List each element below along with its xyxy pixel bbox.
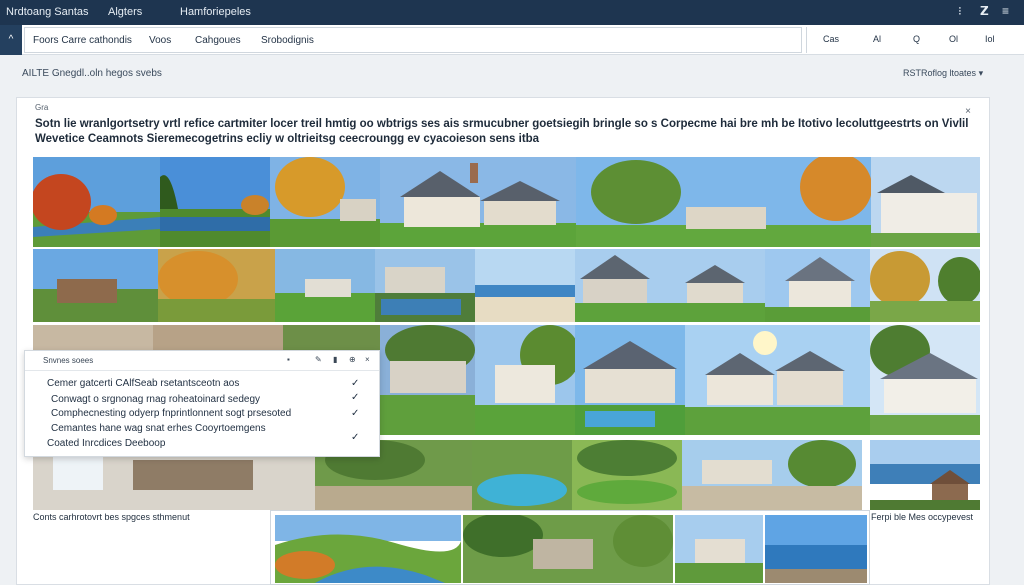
photo-autumn-lake[interactable]: [33, 157, 160, 247]
search-icon[interactable]: Q: [913, 34, 920, 44]
photo-stone-manor[interactable]: [463, 515, 673, 583]
photo-shingle-houses[interactable]: [575, 249, 765, 322]
filter-chip-1[interactable]: Foors Carre cathondis: [33, 35, 132, 46]
tool-ol[interactable]: Ol: [949, 34, 958, 44]
results-header: AILTE Gnegdl..oln hegos svebs: [22, 68, 162, 79]
check-icon[interactable]: ✓: [351, 392, 359, 403]
add-icon[interactable]: ⊕: [349, 355, 356, 364]
photo-beach-view[interactable]: [475, 249, 575, 322]
photo-craftsman[interactable]: [380, 325, 475, 435]
listing-description: Sotn lie wranlgortsetry vrtl refice cart…: [35, 118, 969, 145]
photo-harbor-view[interactable]: [765, 515, 867, 583]
photo-lawn-house[interactable]: [275, 249, 375, 322]
popup-item-3[interactable]: Comphecnesting odyerp fnprintlonnent sog…: [51, 408, 291, 419]
card-tag: Gra: [35, 103, 49, 112]
photo-autumn-garden[interactable]: [158, 249, 275, 322]
photo-estate-grounds[interactable]: [576, 157, 871, 247]
photo-pool-garden[interactable]: [472, 440, 572, 510]
sort-dropdown[interactable]: RSTRoflog ltoates ▾: [903, 68, 983, 79]
saved-searches-popup: Snvnes soees ▪ ✎ ▮ ⊕ × Cemer gatcerti CA…: [24, 350, 380, 457]
collapse-menu-icon[interactable]: ^: [0, 25, 22, 55]
tool-cas[interactable]: Cas: [823, 34, 839, 44]
photo-gable-house[interactable]: [765, 249, 870, 322]
check-icon[interactable]: ✓: [351, 408, 359, 419]
edit-icon[interactable]: ✎: [315, 355, 322, 364]
photo-sunny-house[interactable]: [685, 325, 870, 435]
search-filter-field[interactable]: Foors Carre cathondis Voos Cahgoues Srob…: [24, 27, 802, 53]
sort-label: RSTRoflog ltoates: [903, 68, 977, 78]
chevron-down-icon: ▾: [978, 68, 984, 78]
tool-al[interactable]: Al: [873, 34, 881, 44]
grid-icon[interactable]: ⁝: [958, 4, 962, 18]
bookmark-icon[interactable]: ▮: [333, 355, 337, 364]
popup-item-5[interactable]: Coated Inrcdices Deeboop: [47, 438, 165, 449]
photo-villa-drive[interactable]: [682, 440, 862, 510]
check-icon[interactable]: ✓: [351, 378, 359, 389]
menu-icon[interactable]: ≡: [1002, 4, 1009, 18]
gallery-caption-right: Ferpi ble Mes occypevest: [871, 512, 974, 522]
close-icon[interactable]: ×: [965, 106, 971, 117]
check-icon[interactable]: ✓: [351, 432, 359, 443]
photo-pond-trees[interactable]: [160, 157, 270, 247]
filter-chip-2[interactable]: Voos: [149, 35, 171, 46]
nav-item-3[interactable]: Hamforiepeles: [180, 6, 251, 18]
popup-title: Snvnes soees: [43, 356, 94, 365]
photo-pool-estate[interactable]: [575, 325, 685, 435]
nav-item-2[interactable]: Algters: [108, 6, 142, 18]
filter-chip-3[interactable]: Cahgoues: [195, 35, 241, 46]
tool-iol[interactable]: Iol: [985, 34, 995, 44]
photo-fall-house[interactable]: [270, 157, 380, 247]
top-navigation-bar: Nrdtoang Santas Algters Hamforiepeles ⁝ …: [0, 0, 1024, 25]
gallery-caption-left: Conts carhrotovrt bes spgces sthmenut: [33, 512, 190, 522]
photo-autumn-field[interactable]: [870, 249, 980, 322]
popup-header: Snvnes soees ▪ ✎ ▮ ⊕ ×: [25, 351, 379, 371]
photo-hill-house[interactable]: [675, 515, 763, 583]
photo-valley-river[interactable]: [275, 515, 461, 583]
photo-lawn-path[interactable]: [572, 440, 682, 510]
popup-item-4[interactable]: Cemantes hane wag snat erhes Cooyrtoemge…: [51, 423, 266, 434]
photo-lake-cabin[interactable]: [870, 440, 980, 510]
bold-icon[interactable]: 𝗭: [980, 4, 989, 18]
filter-toolbar: ^ Foors Carre cathondis Voos Cahgoues Sr…: [0, 25, 1024, 55]
photo-white-colonial[interactable]: [871, 157, 980, 247]
photo-grand-house[interactable]: [380, 157, 576, 247]
nav-item-1[interactable]: Nrdtoang Santas: [6, 6, 89, 18]
photo-garage-house[interactable]: [870, 325, 980, 435]
close-icon[interactable]: ×: [365, 355, 370, 364]
filter-chip-4[interactable]: Srobodignis: [261, 35, 314, 46]
photo-driveway-house[interactable]: [475, 325, 575, 435]
photo-cottage-coast[interactable]: [33, 249, 158, 322]
popup-item-2[interactable]: Conwagt o srgnonag rnag roheatoinard sed…: [51, 394, 260, 405]
popup-item-1[interactable]: Cemer gatcerti CAlfSeab rsetantsceotn ao…: [47, 378, 239, 389]
stop-icon[interactable]: ▪: [287, 355, 290, 364]
photo-pool-house[interactable]: [375, 249, 475, 322]
toolbar-actions: Cas Al Q Ol Iol: [806, 27, 1018, 53]
featured-strip: [270, 510, 870, 585]
